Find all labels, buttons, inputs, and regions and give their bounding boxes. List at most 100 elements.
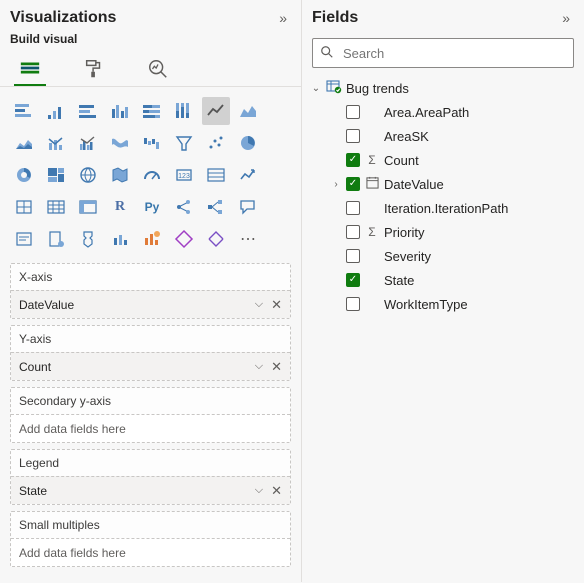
field-row[interactable]: ›DateValue	[306, 172, 578, 196]
collapse-viz-button[interactable]: »	[275, 8, 291, 28]
viz-pie[interactable]	[234, 129, 262, 157]
collapse-fields-button[interactable]: »	[558, 8, 574, 28]
viz-map[interactable]	[74, 161, 102, 189]
legend-remove[interactable]: ✕	[267, 483, 286, 499]
viz-tabs	[0, 52, 301, 87]
viz-multi-card[interactable]	[202, 161, 230, 189]
viz-more-button[interactable]: ⋯	[234, 225, 262, 253]
visualizations-pane: Visualizations » Build visual	[0, 0, 302, 582]
viz-clustered-column[interactable]	[106, 97, 134, 125]
xaxis-remove[interactable]: ✕	[267, 297, 286, 313]
viz-line-column[interactable]	[42, 129, 70, 157]
field-row[interactable]: Severity	[306, 244, 578, 268]
smallmult-placeholder: Add data fields here	[19, 546, 286, 560]
field-row[interactable]: AreaSK	[306, 124, 578, 148]
field-wells: X-axis DateValue ⌵ ✕ Y-axis Count ⌵ ✕ Se…	[0, 259, 301, 583]
viz-filled-map[interactable]	[106, 161, 134, 189]
viz-stacked-area[interactable]	[10, 129, 38, 157]
viz-treemap[interactable]	[42, 161, 70, 189]
legend-well[interactable]: Legend State ⌵ ✕	[10, 449, 291, 505]
viz-power-automate[interactable]	[138, 225, 166, 253]
field-checkbox[interactable]	[346, 297, 360, 311]
yaxis-well[interactable]: Y-axis Count ⌵ ✕	[10, 325, 291, 381]
legend-slot[interactable]: State ⌵ ✕	[11, 476, 290, 504]
field-checkbox[interactable]	[346, 249, 360, 263]
yaxis-dropdown[interactable]: ⌵	[251, 360, 267, 373]
field-checkbox[interactable]	[346, 105, 360, 119]
yaxis-remove[interactable]: ✕	[267, 359, 286, 375]
xaxis-well[interactable]: X-axis DateValue ⌵ ✕	[10, 263, 291, 319]
field-name: AreaSK	[384, 129, 578, 144]
viz-header: Visualizations »	[0, 0, 301, 32]
viz-r-script[interactable]: R	[106, 193, 134, 221]
viz-paginated-report[interactable]	[42, 225, 70, 253]
fields-header: Fields »	[302, 0, 584, 32]
viz-donut[interactable]	[10, 161, 38, 189]
viz-power-apps[interactable]	[106, 225, 134, 253]
legend-dropdown[interactable]: ⌵	[251, 484, 267, 497]
field-row[interactable]: State	[306, 268, 578, 292]
field-row[interactable]: Area.AreaPath	[306, 100, 578, 124]
field-row[interactable]: ΣCount	[306, 148, 578, 172]
viz-clustered-bar[interactable]	[42, 97, 70, 125]
dataset-name: Bug trends	[346, 81, 578, 96]
field-checkbox[interactable]	[346, 201, 360, 215]
viz-area-chart[interactable]	[234, 97, 262, 125]
tab-build-visual[interactable]	[14, 52, 46, 86]
viz-key-influencers[interactable]	[170, 193, 198, 221]
viz-python-script[interactable]: Py	[138, 193, 166, 221]
field-checkbox[interactable]	[346, 177, 360, 191]
viz-ribbon[interactable]	[106, 129, 134, 157]
viz-table[interactable]	[42, 193, 70, 221]
viz-scatter[interactable]	[202, 129, 230, 157]
xaxis-slot[interactable]: DateValue ⌵ ✕	[11, 290, 290, 318]
field-checkbox[interactable]	[346, 129, 360, 143]
viz-goals[interactable]	[74, 225, 102, 253]
legend-label: Legend	[11, 450, 290, 476]
field-row[interactable]: WorkItemType	[306, 292, 578, 316]
magnify-chart-icon	[147, 58, 169, 80]
field-checkbox[interactable]	[346, 273, 360, 287]
field-row[interactable]: Σ Priority	[306, 220, 578, 244]
viz-waterfall[interactable]	[138, 129, 166, 157]
viz-funnel[interactable]	[170, 129, 198, 157]
viz-custom-2[interactable]	[202, 225, 230, 253]
viz-line-chart[interactable]	[202, 97, 230, 125]
calendar-icon	[364, 176, 380, 192]
sigma-icon: Σ	[364, 225, 380, 239]
viz-title: Visualizations	[10, 9, 116, 27]
field-name: Priority	[384, 225, 578, 240]
field-name: Area.AreaPath	[384, 105, 578, 120]
viz-100-stacked-column[interactable]	[170, 97, 198, 125]
field-row[interactable]: Iteration.IterationPath	[306, 196, 578, 220]
viz-slicer[interactable]	[10, 193, 38, 221]
viz-line-clustered-column[interactable]	[74, 129, 102, 157]
yaxis-slot[interactable]: Count ⌵ ✕	[11, 352, 290, 380]
search-input[interactable]	[312, 38, 574, 68]
smallmult-well[interactable]: Small multiples Add data fields here	[10, 511, 291, 567]
viz-smart-narrative[interactable]	[10, 225, 38, 253]
viz-matrix[interactable]	[74, 193, 102, 221]
field-name: State	[384, 273, 578, 288]
viz-decomposition-tree[interactable]	[202, 193, 230, 221]
secyaxis-well[interactable]: Secondary y-axis Add data fields here	[10, 387, 291, 443]
dataset-row[interactable]: ⌄ Bug trends	[306, 76, 578, 100]
xaxis-dropdown[interactable]: ⌵	[251, 298, 267, 311]
viz-stacked-column[interactable]	[74, 97, 102, 125]
viz-100-stacked-bar[interactable]	[138, 97, 166, 125]
viz-qna[interactable]	[234, 193, 262, 221]
viz-gauge[interactable]	[138, 161, 166, 189]
viz-kpi[interactable]	[234, 161, 262, 189]
smallmult-slot[interactable]: Add data fields here	[11, 538, 290, 566]
viz-custom-1[interactable]	[170, 225, 198, 253]
viz-card[interactable]: 123	[170, 161, 198, 189]
tab-analytics[interactable]	[142, 52, 174, 86]
field-name: WorkItemType	[384, 297, 578, 312]
secyaxis-slot[interactable]: Add data fields here	[11, 414, 290, 442]
field-name: Severity	[384, 249, 578, 264]
viz-stacked-bar[interactable]	[10, 97, 38, 125]
field-checkbox[interactable]	[346, 153, 360, 167]
field-checkbox[interactable]	[346, 225, 360, 239]
xaxis-value: DateValue	[19, 298, 251, 312]
tab-format-visual[interactable]	[78, 52, 110, 86]
